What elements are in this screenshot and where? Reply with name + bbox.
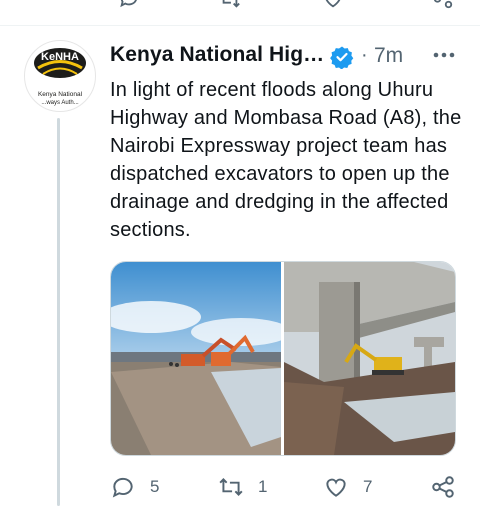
author-name[interactable]: Kenya National Hig… (110, 43, 324, 67)
retweet-icon[interactable] (218, 0, 242, 15)
retweet-count: 1 (258, 477, 268, 496)
reply-icon (112, 477, 133, 498)
reply-icon[interactable] (118, 0, 140, 15)
tweet-media[interactable] (110, 261, 456, 456)
reply-count: 5 (150, 477, 160, 496)
like-icon (326, 478, 346, 497)
like-count: 7 (363, 477, 373, 496)
retweet-button[interactable]: 1 (218, 473, 267, 501)
thread-line (57, 118, 60, 506)
like-button[interactable]: 7 (323, 473, 372, 501)
tweet-text: In light of recent floods along Uhuru Hi… (110, 79, 462, 241)
retweet-icon (219, 478, 243, 496)
separator-dot: · (361, 44, 368, 66)
previous-tweet-actions (0, 0, 480, 14)
share-icon[interactable] (432, 0, 454, 15)
share-button[interactable] (430, 473, 456, 501)
kenha-logo: KeNHA Kenya National ...ways Auth... (34, 48, 86, 106)
avatar[interactable]: KeNHA Kenya National ...ways Auth... (24, 40, 96, 112)
photo-flooded-road-excavators[interactable] (111, 262, 281, 455)
share-icon (432, 476, 454, 498)
reply-button[interactable]: 5 (110, 473, 159, 501)
like-icon[interactable] (322, 0, 344, 15)
photo-excavator-under-expressway[interactable] (284, 262, 455, 455)
timestamp[interactable]: 7m (374, 44, 403, 68)
svg-text:...ways Auth...: ...ways Auth... (41, 100, 79, 106)
verified-badge-icon (330, 46, 354, 69)
svg-text:Kenya National: Kenya National (38, 91, 83, 98)
tweet-divider (0, 25, 480, 26)
tweet-actions: 5 1 7 (110, 473, 460, 503)
tweet-header: Kenya National Hig… · 7m (110, 43, 470, 73)
more-options-icon[interactable] (432, 43, 456, 67)
